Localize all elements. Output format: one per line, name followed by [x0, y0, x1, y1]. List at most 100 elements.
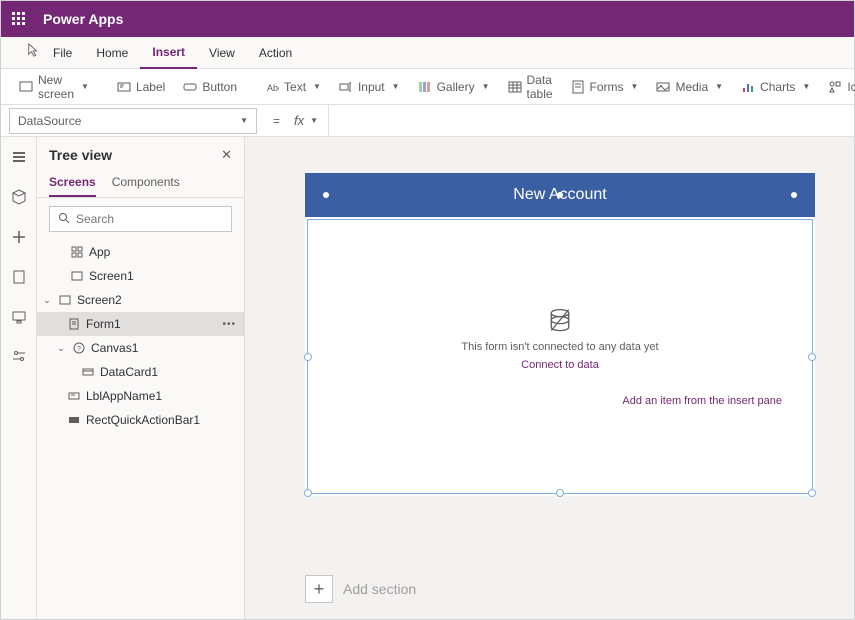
tree-list: App Screen1 ⌄ Screen2 Form1 ••• ⌄ ? Canv… [37, 240, 244, 619]
ribbon-input[interactable]: Input ▼ [331, 73, 408, 101]
gallery-icon [418, 80, 432, 94]
ribbon-input-label: Input [358, 80, 385, 94]
ribbon-datatable-label: Data table [527, 73, 553, 101]
left-rail [1, 137, 37, 619]
screen-preview[interactable]: New Account This form isn't connected to… [305, 173, 815, 496]
ribbon-forms[interactable]: Forms ▼ [563, 73, 647, 101]
input-icon [339, 80, 353, 94]
selection-handle[interactable] [556, 489, 564, 497]
menu-home[interactable]: Home [84, 37, 140, 69]
tab-screens[interactable]: Screens [49, 169, 96, 197]
property-selector[interactable]: DataSource ▼ [9, 108, 257, 134]
tree-node-lblappname1[interactable]: LblAppName1 [37, 384, 244, 408]
equals-label: = [265, 114, 288, 128]
app-title: Power Apps [37, 11, 123, 27]
ribbon-text-label: Text [284, 80, 306, 94]
card-icon [81, 365, 95, 379]
ribbon-gallery[interactable]: Gallery ▼ [410, 73, 498, 101]
ribbon-new-screen-label: New screen [38, 73, 74, 101]
ribbon-label[interactable]: Label [109, 73, 173, 101]
property-name: DataSource [18, 114, 81, 128]
tree-node-rectquick1[interactable]: RectQuickActionBar1 [37, 408, 244, 432]
add-item-link[interactable]: Add an item from the insert pane [622, 395, 782, 407]
rail-media-icon[interactable] [7, 265, 31, 289]
more-icon[interactable]: ••• [222, 319, 236, 330]
selection-handle[interactable] [808, 489, 816, 497]
selection-handle[interactable] [557, 192, 563, 198]
add-section-button[interactable]: + [305, 575, 333, 603]
add-section-bar: + Add section [305, 573, 815, 605]
chart-icon [741, 80, 755, 94]
selection-handle[interactable] [304, 353, 312, 361]
ribbon-charts[interactable]: Charts ▼ [733, 73, 818, 101]
rail-data-icon[interactable] [7, 185, 31, 209]
tree-node-canvas1[interactable]: ⌄ ? Canvas1 [37, 336, 244, 360]
menu-bar: File Home Insert View Action [1, 37, 854, 69]
selection-handle[interactable] [304, 489, 312, 497]
selection-handle[interactable] [791, 192, 797, 198]
cursor-icon [27, 43, 41, 57]
menu-view[interactable]: View [197, 37, 247, 69]
ribbon-button[interactable]: Button [175, 73, 245, 101]
canvas-area[interactable]: New Account This form isn't connected to… [245, 137, 854, 619]
media-icon [656, 80, 670, 94]
ribbon-button-text: Button [202, 80, 237, 94]
tree-title: Tree view [49, 147, 112, 163]
screen-header[interactable]: New Account [305, 173, 815, 217]
tree-node-datacard1[interactable]: DataCard1 [37, 360, 244, 384]
chevron-down-icon: ▼ [313, 82, 321, 91]
ribbon-datatable[interactable]: Data table [500, 73, 561, 101]
ribbon-text[interactable]: Abc Text ▼ [257, 73, 329, 101]
collapse-icon[interactable]: ⌄ [55, 343, 67, 354]
selection-handle[interactable] [808, 353, 816, 361]
rect-icon [67, 413, 81, 427]
form-control[interactable]: This form isn't connected to any data ye… [307, 219, 813, 494]
ribbon-icons-label: Icons [847, 80, 855, 94]
screen-icon [19, 80, 33, 94]
app-launcher-icon[interactable] [1, 1, 37, 37]
connect-to-data-link[interactable]: Connect to data [521, 359, 599, 371]
tree-node-screen1[interactable]: Screen1 [37, 264, 244, 288]
app-icon [70, 245, 84, 259]
tree-node-label: RectQuickActionBar1 [86, 413, 200, 427]
screen-icon [58, 293, 72, 307]
ribbon-media-label: Media [675, 80, 708, 94]
selection-handle[interactable] [323, 192, 329, 198]
database-icon [546, 307, 574, 335]
form-icon [571, 80, 585, 94]
formula-input[interactable] [329, 105, 854, 136]
rail-screen-icon[interactable] [7, 305, 31, 329]
screen-icon [70, 269, 84, 283]
menu-insert[interactable]: Insert [140, 37, 197, 69]
tree-search-input[interactable] [76, 212, 231, 226]
button-icon [183, 80, 197, 94]
label-icon [117, 80, 131, 94]
ribbon-media[interactable]: Media ▼ [648, 73, 731, 101]
menu-action[interactable]: Action [247, 37, 304, 69]
tree-node-screen2[interactable]: ⌄ Screen2 [37, 288, 244, 312]
tab-components[interactable]: Components [112, 169, 180, 197]
form-empty-message: This form isn't connected to any data ye… [461, 341, 658, 353]
rail-tree-icon[interactable] [7, 145, 31, 169]
tree-node-app[interactable]: App [37, 240, 244, 264]
collapse-icon[interactable]: ⌄ [41, 295, 53, 306]
form-icon [67, 317, 81, 331]
tree-node-form1[interactable]: Form1 ••• [37, 312, 244, 336]
table-icon [508, 80, 522, 94]
tree-header: Tree view ✕ [37, 137, 244, 169]
ribbon-new-screen[interactable]: New screen ▼ [11, 73, 97, 101]
icons-icon [828, 80, 842, 94]
tree-panel: Tree view ✕ Screens Components App Scree… [37, 137, 245, 619]
chevron-down-icon: ▼ [392, 82, 400, 91]
chevron-down-icon: ▼ [715, 82, 723, 91]
ribbon-charts-label: Charts [760, 80, 795, 94]
search-icon [58, 212, 70, 227]
tree-search[interactable] [49, 206, 232, 232]
rail-insert-icon[interactable] [7, 225, 31, 249]
menu-file[interactable]: File [41, 37, 84, 69]
fx-button[interactable]: fx ▼ [288, 105, 329, 136]
chevron-down-icon: ▼ [482, 82, 490, 91]
rail-settings-icon[interactable] [7, 345, 31, 369]
ribbon-icons[interactable]: Icons ▼ [820, 73, 855, 101]
close-icon[interactable]: ✕ [221, 147, 232, 163]
